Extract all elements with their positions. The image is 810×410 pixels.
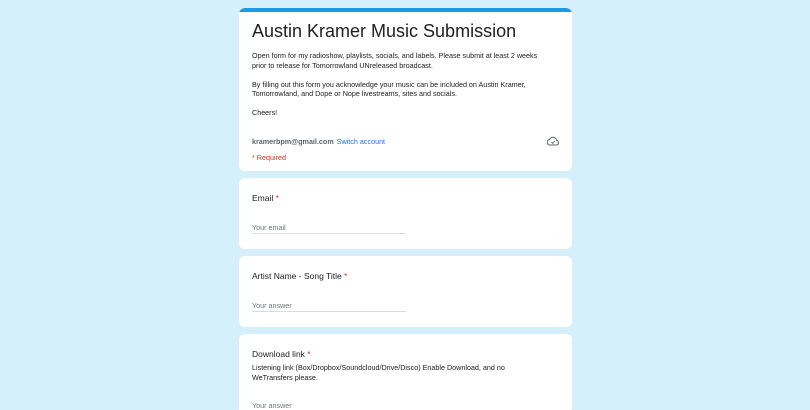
question-label: Download link * <box>252 334 559 359</box>
artist-song-input[interactable] <box>252 299 406 312</box>
account-email: kramerbpm@gmail.com <box>252 136 334 146</box>
question-card-download-link: Download link * Listening link (Box/Drop… <box>239 334 572 410</box>
question-title: Artist Name - Song Title <box>252 271 342 281</box>
form-title: Austin Kramer Music Submission <box>252 21 517 41</box>
form-page: Austin Kramer Music Submission Open form… <box>0 0 810 410</box>
required-asterisk: * <box>307 349 311 359</box>
description-paragraph: Open form for my radioshow, playlists, s… <box>252 51 538 70</box>
email-input[interactable] <box>252 221 406 234</box>
required-asterisk: * <box>344 271 348 281</box>
question-label: Artist Name - Song Title * <box>252 256 559 281</box>
description-paragraph: By filling out this form you acknowledge… <box>252 79 526 99</box>
form-description: Open form for my radioshow, playlists, s… <box>252 51 552 118</box>
description-paragraph: Cheers! <box>252 108 278 117</box>
required-asterisk: * <box>275 193 279 203</box>
question-title: Download link <box>252 349 305 359</box>
question-label: Email * <box>252 178 559 203</box>
header-accent-bar <box>239 8 572 12</box>
question-card-artist-song: Artist Name - Song Title * <box>239 256 572 327</box>
question-help-text: Listening link (Box/Dropbox/Soundcloud/D… <box>252 363 505 382</box>
form-header-card: Austin Kramer Music Submission Open form… <box>239 8 572 171</box>
account-row: kramerbpm@gmail.com Switch account <box>252 135 559 147</box>
switch-account-link[interactable]: Switch account <box>337 137 385 146</box>
cloud-save-icon[interactable] <box>546 136 559 146</box>
question-title: Email <box>252 193 274 203</box>
form-column: Austin Kramer Music Submission Open form… <box>239 8 572 410</box>
download-link-input[interactable] <box>252 399 406 410</box>
question-card-email: Email * <box>239 178 572 249</box>
required-note: * Required <box>252 153 286 162</box>
